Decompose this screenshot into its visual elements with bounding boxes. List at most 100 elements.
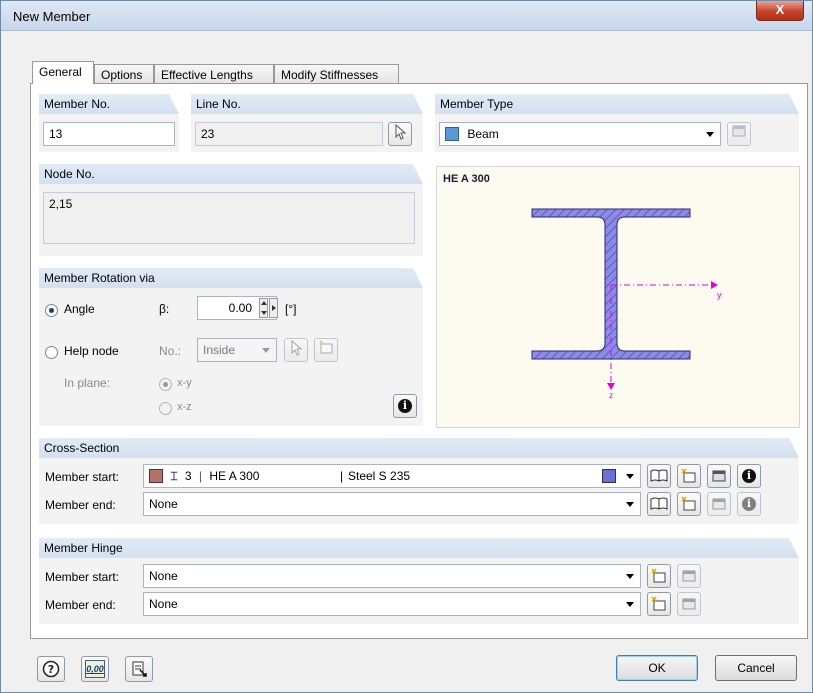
export-button[interactable] bbox=[125, 656, 153, 682]
cross-section-group: Cross-Section Member start: ⌶ 3 | HE A 3… bbox=[39, 438, 799, 524]
member-rotation-heading: Member Rotation via bbox=[39, 268, 423, 288]
cs-start-select[interactable]: ⌶ 3 | HE A 300 | Steel S 235 bbox=[143, 464, 641, 488]
cs-edit-button[interactable] bbox=[707, 464, 731, 488]
units-button[interactable]: 0,00 bbox=[81, 656, 109, 682]
member-no-heading: Member No. bbox=[39, 94, 179, 114]
new-item-icon bbox=[651, 568, 666, 583]
node-no-input[interactable]: 2,15 bbox=[43, 192, 415, 244]
hinge-end-label: Member end: bbox=[45, 598, 116, 612]
member-type-swatch bbox=[445, 127, 459, 141]
title-bar: New Member X bbox=[1, 1, 812, 31]
edit-dialog-icon bbox=[712, 498, 726, 510]
info-icon: i bbox=[742, 497, 756, 511]
new-item-icon bbox=[681, 496, 696, 511]
tab-modify-stiffnesses[interactable]: Modify Stiffnesses bbox=[274, 64, 399, 84]
cs-end-library-button[interactable] bbox=[647, 492, 671, 516]
help-node-value: Inside bbox=[203, 343, 236, 357]
tab-general[interactable]: General bbox=[32, 61, 94, 84]
cross-section-heading: Cross-Section bbox=[39, 438, 799, 458]
dialog-window: New Member X General Options Effective L… bbox=[0, 0, 813, 693]
material-color-swatch bbox=[602, 469, 616, 483]
hinge-start-value: None bbox=[149, 569, 178, 583]
chevron-down-icon bbox=[262, 348, 270, 353]
line-no-group: Line No. 23 bbox=[191, 94, 423, 152]
edit-member-type-button[interactable] bbox=[727, 122, 751, 146]
tab-effective-lengths[interactable]: Effective Lengths bbox=[154, 64, 274, 84]
chevron-down-icon bbox=[626, 602, 634, 607]
pick-cursor-icon bbox=[395, 123, 407, 140]
hinge-end-value: None bbox=[149, 597, 178, 611]
plane-xz-label: x-z bbox=[177, 401, 192, 413]
new-help-node-button[interactable] bbox=[314, 338, 338, 362]
i-beam-drawing bbox=[531, 208, 718, 390]
chevron-down-icon bbox=[706, 132, 714, 137]
close-button[interactable]: X bbox=[756, 1, 804, 21]
plane-xy-radio[interactable] bbox=[159, 378, 172, 391]
cs-end-edit-button[interactable] bbox=[707, 492, 731, 516]
plane-xy-label: x-y bbox=[177, 377, 192, 389]
node-no-heading: Node No. bbox=[39, 164, 423, 184]
help-node-select[interactable]: Inside bbox=[197, 338, 277, 362]
line-no-input[interactable]: 23 bbox=[195, 122, 383, 146]
info-icon: i bbox=[398, 399, 412, 413]
pick-line-button[interactable] bbox=[388, 122, 412, 146]
info-button[interactable]: i bbox=[393, 394, 417, 418]
member-type-heading: Member Type bbox=[435, 94, 799, 114]
member-type-value: Beam bbox=[467, 127, 499, 141]
chevron-down-icon bbox=[626, 574, 634, 579]
hinge-start-edit-button[interactable] bbox=[677, 564, 701, 588]
general-tab-panel: Member No. 13 Line No. 23 Member Type Be… bbox=[30, 83, 808, 639]
edit-dialog-icon bbox=[732, 125, 746, 137]
cs-library-button[interactable] bbox=[647, 464, 671, 488]
info-icon: i bbox=[742, 469, 756, 483]
cancel-button[interactable]: Cancel bbox=[715, 655, 797, 681]
help-button[interactable]: ? bbox=[37, 656, 65, 682]
units-icon: 0,00 bbox=[85, 660, 105, 678]
cs-start-material: Steel S 235 bbox=[348, 469, 411, 483]
beta-angle-value: 0.00 bbox=[228, 301, 252, 315]
new-item-icon bbox=[651, 596, 666, 611]
member-type-select[interactable]: Beam bbox=[439, 122, 721, 146]
chevron-right-icon bbox=[272, 305, 276, 311]
cs-start-number: 3 bbox=[184, 469, 192, 483]
cs-material-separator: | bbox=[340, 469, 344, 483]
cs-end-select[interactable]: None bbox=[143, 492, 641, 516]
i-section-icon: ⌶ bbox=[170, 469, 178, 483]
member-rotation-group: Member Rotation via Angle β: 0.00 [°] He… bbox=[39, 268, 423, 426]
new-item-icon bbox=[681, 468, 696, 483]
cs-info-button[interactable]: i bbox=[737, 464, 761, 488]
member-type-group: Member Type Beam bbox=[435, 94, 799, 152]
hinge-end-edit-button[interactable] bbox=[677, 592, 701, 616]
angle-radio[interactable] bbox=[45, 304, 58, 317]
dialog-title: New Member bbox=[13, 9, 91, 24]
hinge-start-new-button[interactable] bbox=[647, 564, 671, 588]
member-no-input[interactable]: 13 bbox=[43, 122, 175, 146]
library-book-icon bbox=[650, 497, 668, 510]
member-no-group: Member No. 13 bbox=[39, 94, 179, 152]
cs-end-new-button[interactable] bbox=[677, 492, 701, 516]
cross-section-preview: HE A 300 y z bbox=[436, 166, 800, 428]
document-export-icon bbox=[132, 661, 147, 677]
hinge-end-select[interactable]: None bbox=[143, 592, 641, 616]
spin-down-icon bbox=[261, 311, 267, 315]
chevron-down-icon bbox=[626, 502, 634, 507]
svg-text:?: ? bbox=[48, 663, 54, 676]
angle-spinner[interactable] bbox=[259, 298, 268, 318]
node-no-label: No.: bbox=[159, 344, 182, 358]
cs-end-info-button[interactable]: i bbox=[737, 492, 761, 516]
help-node-radio[interactable] bbox=[45, 346, 58, 359]
plane-xz-radio[interactable] bbox=[159, 402, 172, 415]
hinge-end-new-button[interactable] bbox=[647, 592, 671, 616]
z-axis-label: z bbox=[609, 391, 613, 400]
hinge-start-select[interactable]: None bbox=[143, 564, 641, 588]
new-item-icon bbox=[319, 340, 333, 354]
cs-color-swatch bbox=[149, 469, 163, 483]
cs-new-button[interactable] bbox=[677, 464, 701, 488]
angle-menu-button[interactable] bbox=[269, 298, 278, 318]
ok-button[interactable]: OK bbox=[616, 655, 698, 681]
tab-options[interactable]: Options bbox=[94, 64, 154, 84]
edit-dialog-icon bbox=[712, 470, 726, 482]
pick-help-node-button[interactable] bbox=[284, 338, 308, 362]
member-hinge-heading: Member Hinge bbox=[39, 538, 799, 558]
hinge-start-label: Member start: bbox=[45, 570, 120, 584]
